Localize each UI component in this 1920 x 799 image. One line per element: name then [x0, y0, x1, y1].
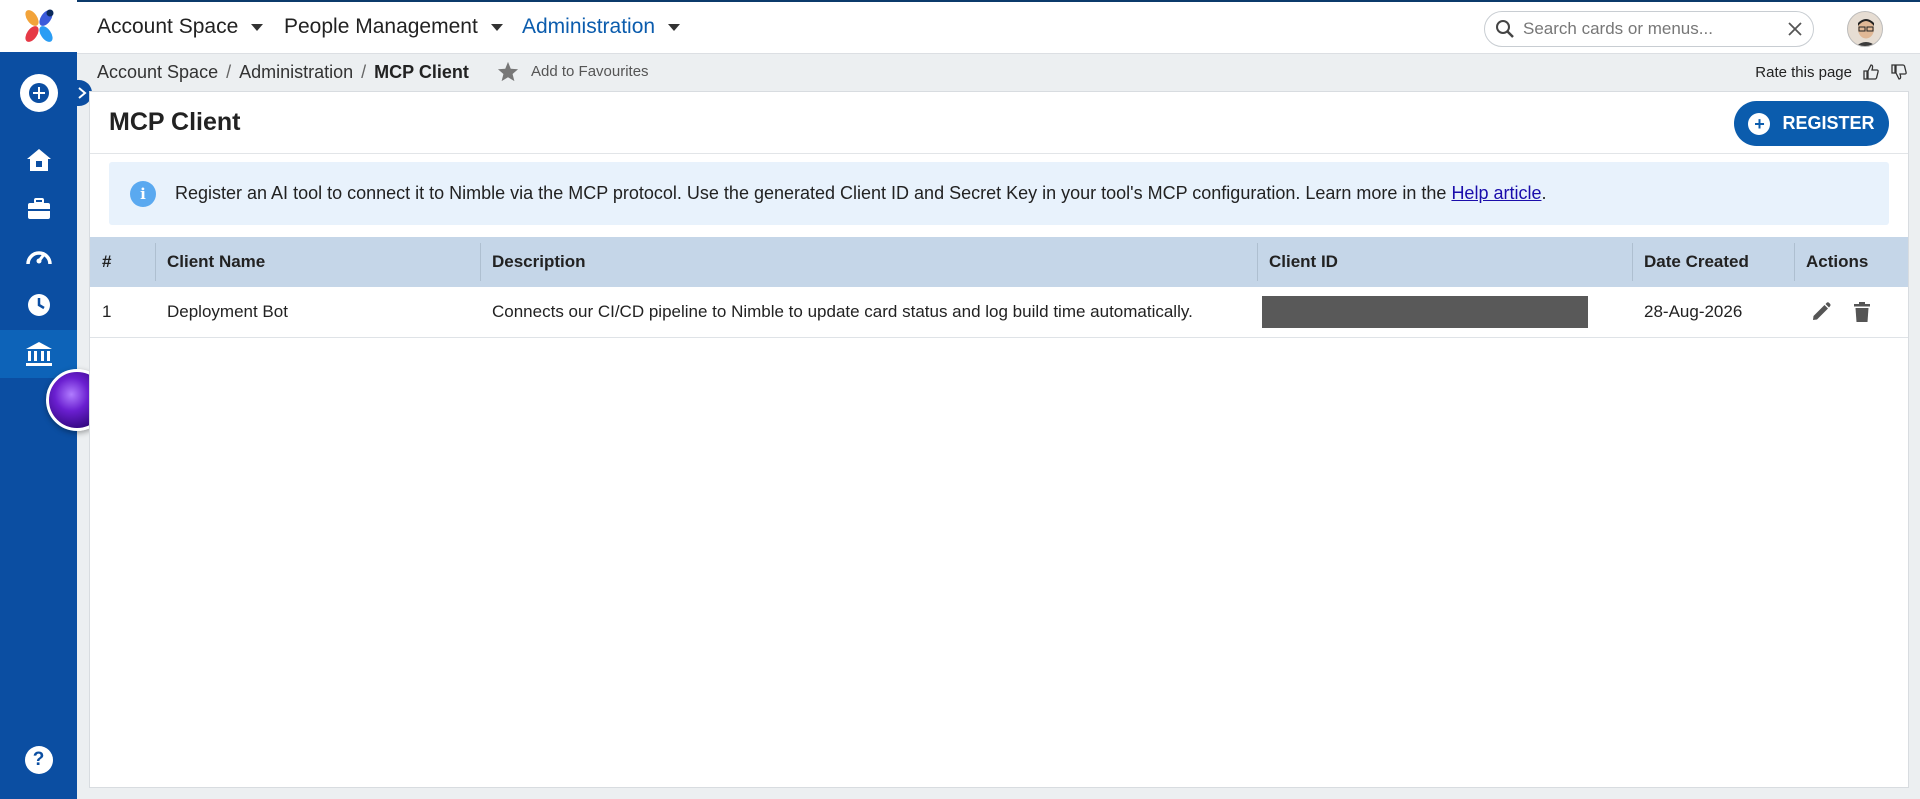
breadcrumb: Account Space / Administration / MCP Cli… — [97, 62, 469, 83]
user-avatar[interactable] — [1847, 11, 1883, 47]
menu-people-management[interactable]: People Management — [284, 15, 503, 39]
nimble-logo-icon — [24, 9, 53, 42]
column-header-date-created: Date Created — [1632, 237, 1794, 287]
row-client-id — [1257, 287, 1632, 337]
menu-account-space[interactable]: Account Space — [97, 15, 264, 39]
help-article-link[interactable]: Help article — [1451, 183, 1541, 203]
caret-down-icon — [490, 23, 503, 31]
plus-circle-icon — [19, 74, 58, 112]
register-button[interactable]: + REGISTER — [1734, 101, 1889, 146]
search-icon — [1496, 20, 1514, 38]
edit-pencil-icon[interactable] — [1810, 301, 1832, 323]
search-input[interactable] — [1523, 19, 1787, 39]
row-client-name: Deployment Bot — [167, 302, 288, 321]
menu-label: Account Space — [97, 15, 239, 38]
rate-label: Rate this page — [1755, 63, 1852, 81]
app-logo[interactable] — [0, 0, 77, 52]
menu-label: Administration — [522, 15, 656, 38]
sidebar-help-button[interactable]: ? — [0, 736, 77, 784]
register-label: REGISTER — [1782, 113, 1875, 133]
column-header-actions: Actions — [1794, 237, 1908, 287]
question-mark-icon: ? — [24, 746, 53, 774]
info-suffix: . — [1541, 183, 1547, 203]
column-header-client-name: Client Name — [155, 237, 480, 287]
sidebar-item-timesheet[interactable] — [0, 281, 77, 329]
favourites-label: Add to Favourites — [531, 63, 649, 80]
caret-down-icon — [251, 23, 264, 31]
search-box — [1484, 11, 1814, 47]
user-photo-icon — [1848, 12, 1882, 46]
sidebar-item-home[interactable] — [0, 136, 77, 184]
row-date-created: 28-Aug-2026 — [1644, 302, 1743, 321]
row-actions — [1794, 287, 1908, 337]
row-description: Connects our CI/CD pipeline to Nimble to… — [492, 302, 1193, 321]
caret-down-icon — [668, 23, 681, 31]
page-title: MCP Client — [109, 108, 241, 136]
bank-icon — [25, 342, 52, 366]
table-row: 1 Deployment Bot Connects our CI/CD pipe… — [90, 287, 1908, 338]
info-icon: i — [130, 180, 156, 207]
sidebar-item-dashboard[interactable] — [0, 232, 77, 280]
sidebar-item-briefcase[interactable] — [0, 185, 77, 233]
breadcrumb-current: MCP Client — [374, 62, 469, 82]
close-icon[interactable] — [1787, 21, 1803, 37]
speedometer-icon — [25, 251, 52, 265]
title-divider — [90, 153, 1908, 154]
sidebar-add-button[interactable] — [0, 69, 77, 117]
rate-this-page: Rate this page — [1755, 63, 1908, 81]
row-number: 1 — [102, 302, 112, 321]
thumbs-down-icon[interactable] — [1890, 63, 1908, 81]
breadcrumb-separator: / — [361, 62, 367, 82]
column-header-description: Description — [480, 237, 1257, 287]
home-icon — [26, 149, 51, 171]
briefcase-icon — [27, 198, 50, 219]
thumbs-up-icon[interactable] — [1862, 63, 1880, 81]
menu-label: People Management — [284, 15, 478, 38]
info-banner: i Register an AI tool to connect it to N… — [109, 162, 1889, 225]
clock-icon — [27, 294, 50, 316]
top-navigation-bar: Account Space People Management Administ… — [77, 0, 1920, 54]
table-header: # Client Name Description Client ID Date… — [90, 237, 1908, 287]
breadcrumb-item-administration[interactable]: Administration — [239, 62, 353, 83]
star-icon — [497, 61, 519, 82]
menu-administration[interactable]: Administration — [522, 15, 681, 39]
breadcrumb-bar: Account Space / Administration / MCP Cli… — [77, 55, 1920, 91]
main-panel: MCP Client + REGISTER i Register an AI t… — [89, 91, 1909, 788]
info-text: Register an AI tool to connect it to Nim… — [175, 183, 1547, 204]
breadcrumb-separator: / — [226, 62, 232, 82]
column-header-client-id: Client ID — [1257, 237, 1632, 287]
add-to-favourites-button[interactable]: Add to Favourites — [497, 61, 649, 82]
info-message: Register an AI tool to connect it to Nim… — [175, 183, 1452, 203]
column-header-number: # — [102, 252, 112, 271]
plus-circle-icon: + — [1748, 112, 1771, 135]
breadcrumb-item-account-space[interactable]: Account Space — [97, 62, 218, 83]
mcp-client-table: # Client Name Description Client ID Date… — [90, 237, 1908, 338]
redacted-client-id — [1262, 296, 1588, 328]
trash-icon[interactable] — [1852, 301, 1872, 323]
